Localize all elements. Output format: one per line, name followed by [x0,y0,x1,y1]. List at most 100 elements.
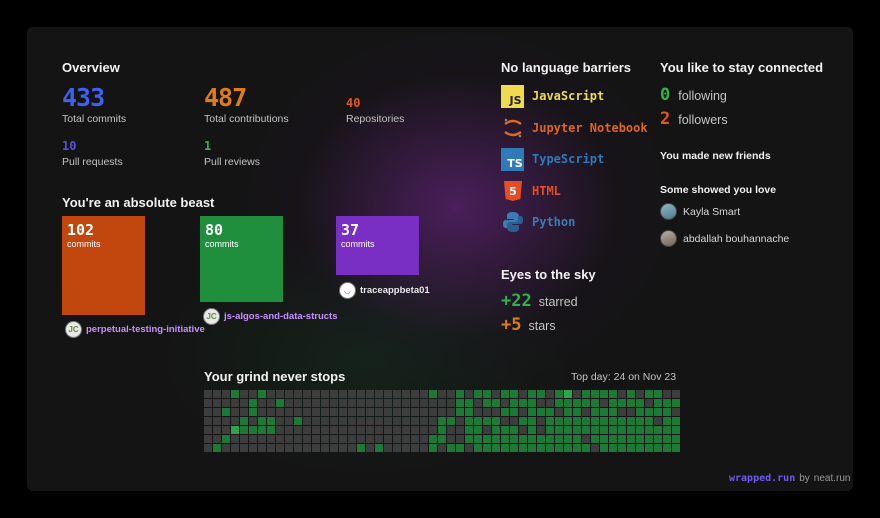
following-row: 0 following [660,85,727,105]
contribution-cell [321,426,329,434]
contribution-cell [510,426,518,434]
person-item[interactable]: abdallah bouhannache [660,230,789,247]
contribution-cell [303,444,311,452]
contribution-cell [321,390,329,398]
contribution-cell [330,435,338,443]
contribution-cell [456,399,464,407]
contribution-cell [420,408,428,416]
contribution-cell [348,435,356,443]
contribution-cell [672,435,680,443]
contribution-cell [303,390,311,398]
contribution-cell [447,390,455,398]
contribution-cell [636,390,644,398]
contribution-cell [555,435,563,443]
contribution-cell [492,408,500,416]
contribution-cell [537,426,545,434]
contribution-cell [501,435,509,443]
brand-link[interactable]: wrapped.run [729,473,795,484]
contribution-cell [258,435,266,443]
wrapped-card: Overview 433 Total commits 487 Total con… [27,27,853,491]
following-value: 0 [660,85,671,105]
contribution-cell [375,417,383,425]
contribution-cell [546,426,554,434]
contribution-cell [249,390,257,398]
language-name: JavaScript [532,89,605,103]
site-link[interactable]: neat.run [814,473,851,484]
repo-link-3[interactable]: ◡ traceappbeta01 [339,282,430,299]
contribution-cell [357,417,365,425]
contribution-cell [339,426,347,434]
person-item[interactable]: Kayla Smart [660,203,740,220]
typescript-icon: TS [501,147,524,171]
contribution-cell [528,390,536,398]
contribution-cell [483,408,491,416]
contribution-cell [600,426,608,434]
contribution-cell [330,417,338,425]
contribution-cell [564,408,572,416]
contribution-cell [384,426,392,434]
contribution-cell [636,426,644,434]
contribution-cell [357,408,365,416]
contribution-cell [537,417,545,425]
contribution-cell [582,426,590,434]
contribution-cell [546,408,554,416]
contribution-cell [294,417,302,425]
contribution-cell [465,390,473,398]
contribution-cell [582,417,590,425]
contribution-cell [213,426,221,434]
contribution-cell [285,426,293,434]
contribution-cell [510,444,518,452]
contribution-cell [366,426,374,434]
contribution-cell [474,435,482,443]
contribution-cell [231,417,239,425]
contribution-cell [213,399,221,407]
contribution-cell [546,435,554,443]
contribution-cell [618,408,626,416]
contribution-cell [429,426,437,434]
stars-value: +5 [501,315,522,335]
contribution-cell [447,444,455,452]
contribution-cell [303,417,311,425]
contribution-cell [528,417,536,425]
contribution-cell [420,444,428,452]
contribution-cell [609,399,617,407]
avatar [660,203,677,220]
contribution-cell [321,435,329,443]
contribution-cell [204,390,212,398]
svg-text:5: 5 [509,185,517,198]
contribution-cell [420,435,428,443]
contribution-cell [672,417,680,425]
contribution-cell [375,426,383,434]
contribution-cell [330,390,338,398]
contribution-cell [663,435,671,443]
contribution-cell [339,390,347,398]
contribution-cell [645,444,653,452]
contribution-cell [438,426,446,434]
contribution-cell [339,408,347,416]
stat-pull-requests: 10 Pull requests [62,140,123,168]
contribution-cell [303,426,311,434]
contribution-cell [492,426,500,434]
stat-total-contributions: 487 Total contributions [204,85,289,125]
contribution-cell [636,417,644,425]
contribution-cell [510,417,518,425]
contribution-cell [213,417,221,425]
contribution-cell [357,444,365,452]
contribution-cell [249,435,257,443]
contribution-cell [537,435,545,443]
contribution-cell [231,408,239,416]
starred-label: starred [538,295,578,309]
contribution-cell [627,390,635,398]
contribution-cell [240,399,248,407]
contribution-cell [267,435,275,443]
repo-2-commits-label: commits [205,239,239,249]
repo-link-2[interactable]: JC js-algos-and-data-structs [203,308,338,325]
contribution-cell [645,408,653,416]
contribution-cell [609,444,617,452]
stat-repositories: 40 Repositories [346,97,404,125]
repo-link-1[interactable]: JC perpetual-testing-initiative [65,321,205,338]
contribution-cell [447,435,455,443]
contribution-cell [258,444,266,452]
stat-total-commits: 433 Total commits [62,85,126,125]
contribution-cell [654,444,662,452]
